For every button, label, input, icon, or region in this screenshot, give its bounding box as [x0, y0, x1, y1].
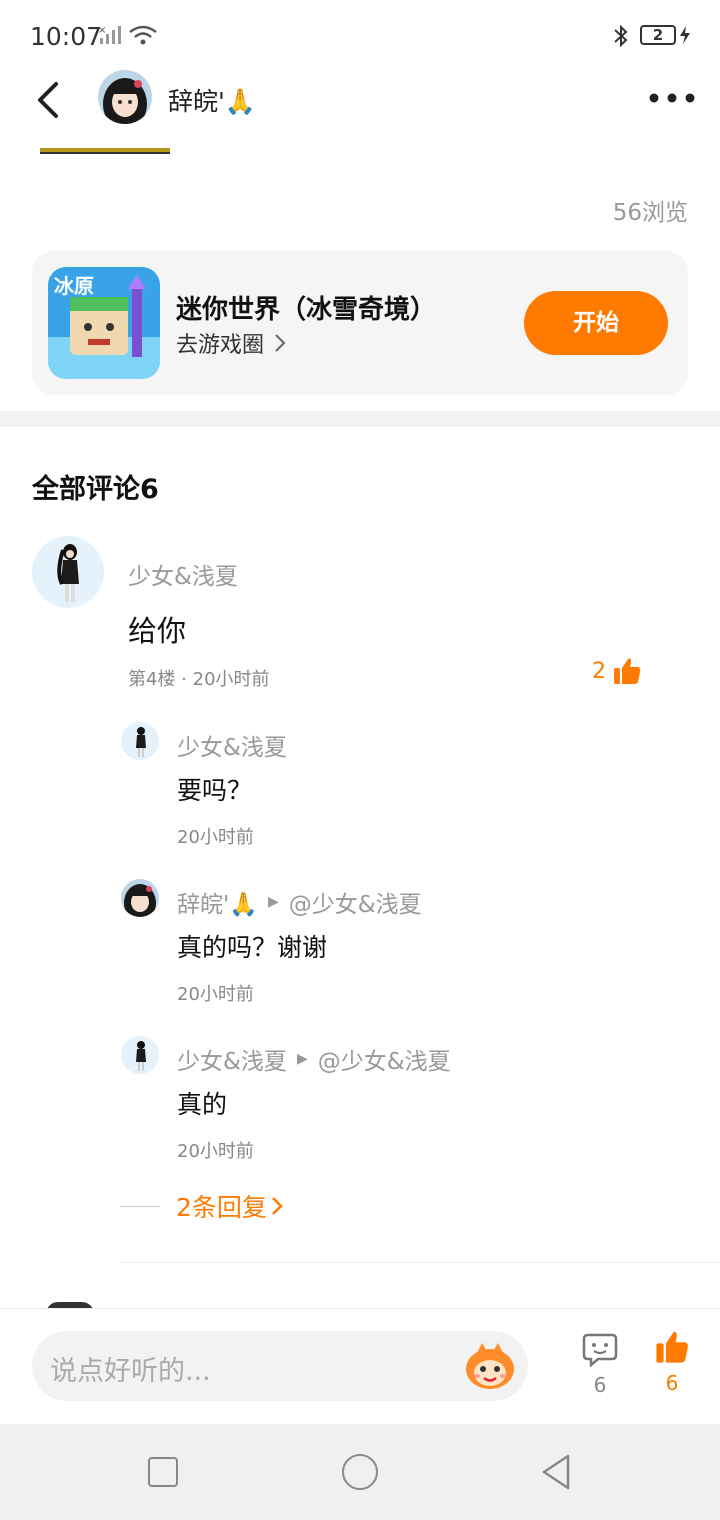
thumbs-up-icon [614, 658, 641, 684]
reply-time: 20小时前 [177, 827, 254, 848]
thumbs-up-icon [656, 1331, 688, 1363]
post-image-edge [40, 148, 170, 154]
more-replies-label[interactable]: 2条回复 [176, 1188, 267, 1224]
top-nav-bar: 辞皖'🙏 [0, 60, 720, 140]
more-dots-icon[interactable] [646, 90, 698, 106]
svg-text:×: × [98, 25, 106, 36]
reply-avatar[interactable] [121, 879, 159, 917]
view-count: 56浏览 [612, 200, 688, 226]
reply-text: 真的吗？谢谢 [177, 933, 328, 962]
reply-avatar[interactable] [121, 722, 159, 760]
comment-separator [120, 1262, 720, 1263]
charging-icon [680, 26, 690, 44]
reply-avatar[interactable] [121, 1036, 159, 1074]
comment-text: 给你 [128, 614, 187, 648]
reply-time: 20小时前 [177, 984, 254, 1005]
bottom-comment-bar: 说点好听的... 6 6 [0, 1308, 720, 1424]
signal-icon: × [98, 25, 121, 44]
reply-time: 20小时前 [177, 1141, 254, 1162]
reply-header: 少女&浅夏 ▶ @少女&浅夏 [177, 1042, 451, 1076]
game-circle-link[interactable]: 去游戏圈 [176, 327, 286, 359]
reply-header: 少女&浅夏 [177, 728, 287, 762]
more-replies-line [120, 1205, 160, 1207]
game-circle-label[interactable]: 去游戏圈 [176, 327, 264, 359]
reply-arrow-icon: ▶ [267, 894, 279, 910]
home-button[interactable] [342, 1454, 378, 1490]
chevron-right-icon [272, 1197, 283, 1215]
bluetooth-icon [614, 24, 628, 48]
reply-author[interactable]: 少女&浅夏 [177, 1042, 287, 1076]
system-nav-bar [0, 1424, 720, 1520]
mascot-icon[interactable] [462, 1339, 518, 1393]
reply-author[interactable]: 少女&浅夏 [177, 728, 287, 762]
like-count: 6 [665, 1371, 679, 1395]
comment-input-placeholder[interactable]: 说点好听的... [50, 1349, 211, 1388]
comment-author[interactable]: 少女&浅夏 [128, 557, 238, 591]
wifi-icon [129, 25, 157, 45]
comment-count-button[interactable]: 6 [576, 1331, 624, 1397]
comment-input[interactable]: 说点好听的... [32, 1331, 528, 1401]
header-username[interactable]: 辞皖'🙏 [168, 82, 256, 118]
comment-like-count: 2 [592, 658, 606, 684]
comments-section-title: 全部评论6 [32, 474, 159, 505]
reply-text: 真的 [177, 1090, 228, 1119]
more-replies-link[interactable]: 2条回复 [120, 1188, 283, 1224]
game-title[interactable]: 迷你世界（冰雪奇境） [176, 289, 436, 326]
comment-bubble-icon [582, 1333, 618, 1368]
reply-header: 辞皖'🙏 ▶ @少女&浅夏 [177, 885, 422, 919]
section-divider [0, 411, 720, 427]
recents-button[interactable] [148, 1457, 178, 1487]
reply-to-mention[interactable]: @少女&浅夏 [289, 885, 422, 919]
like-button[interactable]: 6 [646, 1329, 698, 1395]
comment-meta: 第4楼 · 20小时前 [128, 669, 270, 690]
system-back-icon[interactable] [538, 1452, 574, 1492]
game-icon[interactable]: 冰原 [48, 267, 160, 379]
back-arrow-icon[interactable] [30, 78, 70, 122]
reply-to-mention[interactable]: @少女&浅夏 [318, 1042, 451, 1076]
comment-like-button[interactable]: 2 [592, 656, 642, 686]
reply-author[interactable]: 辞皖'🙏 [177, 885, 258, 919]
start-game-button[interactable]: 开始 [524, 291, 668, 355]
status-time: 10:07 [30, 22, 103, 51]
game-card[interactable]: 冰原 迷你世界（冰雪奇境） 去游戏圈 开始 [32, 251, 688, 395]
battery-indicator: 2 [640, 25, 676, 45]
comment-count: 6 [593, 1373, 607, 1397]
game-icon-label: 冰原 [54, 274, 94, 298]
chevron-right-icon [275, 334, 286, 352]
avatar[interactable] [98, 70, 152, 124]
reply-text: 要吗？ [177, 776, 253, 805]
reply-arrow-icon: ▶ [296, 1051, 308, 1067]
comment-avatar[interactable] [32, 536, 104, 608]
